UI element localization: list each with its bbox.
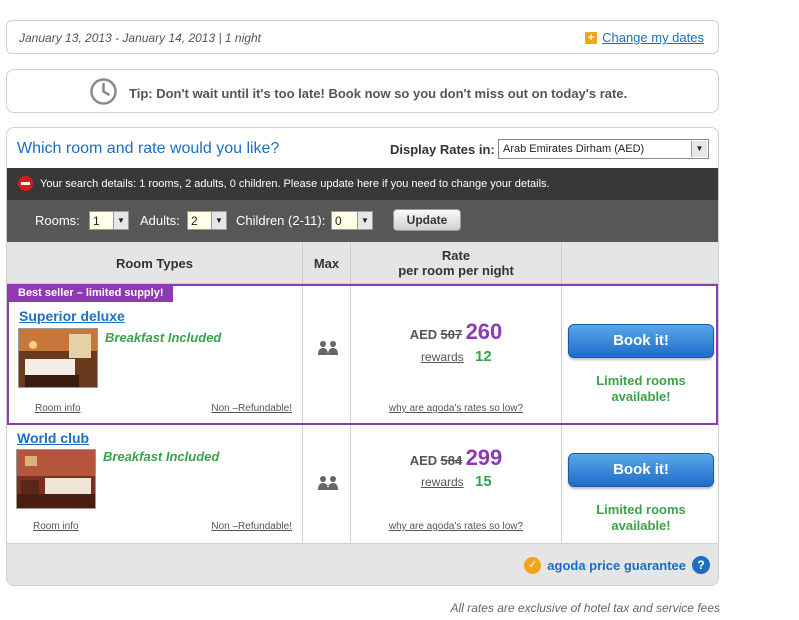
room-photo[interactable] bbox=[18, 328, 98, 388]
header-room-types: Room Types bbox=[7, 242, 303, 284]
plus-icon: + bbox=[585, 31, 598, 44]
price-line: AED 584 299 bbox=[351, 445, 561, 471]
non-refundable-link[interactable]: Non –Refundable! bbox=[211, 521, 292, 532]
rewards-points: 12 bbox=[475, 348, 492, 365]
search-details-text: Your search details: 1 rooms, 2 adults, … bbox=[40, 178, 550, 190]
price-guarantee-bar: ✓ agoda price guarantee ? bbox=[7, 544, 718, 585]
adults-label: Adults: bbox=[140, 213, 180, 228]
currency-selected-value: Arab Emirates Dirham (AED) bbox=[503, 143, 645, 155]
minus-icon bbox=[18, 176, 33, 191]
children-label: Children (2-11): bbox=[236, 213, 326, 228]
change-dates-control[interactable]: + Change my dates bbox=[585, 30, 704, 45]
rewards-link[interactable]: rewards bbox=[421, 350, 464, 364]
two-people-icon bbox=[318, 476, 338, 490]
panel-title: Which room and rate would you like? bbox=[17, 140, 280, 157]
room-name-link[interactable]: World club bbox=[17, 430, 89, 446]
adults-select[interactable]: 2 ▼ bbox=[187, 211, 227, 230]
checkmark-icon: ✓ bbox=[524, 556, 542, 574]
breakfast-included-text: Breakfast Included bbox=[105, 330, 222, 345]
book-it-button[interactable]: Book it! bbox=[568, 453, 714, 487]
chevron-down-icon[interactable]: ▼ bbox=[357, 212, 372, 229]
room-type-cell: Superior deluxe Breakfast Included Room … bbox=[9, 286, 303, 423]
price-guarantee-text[interactable]: agoda price guarantee bbox=[547, 558, 686, 573]
availability-line-2: available! bbox=[611, 389, 671, 404]
availability-line-2: available! bbox=[611, 518, 671, 533]
booking-cell: Book it! Limited rooms available! bbox=[562, 425, 718, 543]
room-row: Best seller – limited supply! Superior d… bbox=[7, 284, 718, 425]
room-selection-panel: Which room and rate would you like? Disp… bbox=[6, 127, 719, 586]
rewards-line: rewards 15 bbox=[421, 473, 492, 490]
header-rate-line1: Rate bbox=[441, 248, 471, 263]
rate-cell: AED 507 260 rewards 12 why are agoda's r… bbox=[351, 286, 562, 423]
price-guarantee[interactable]: ✓ agoda price guarantee ? bbox=[524, 556, 710, 574]
panel-header: Which room and rate would you like? Disp… bbox=[7, 128, 718, 168]
two-people-icon bbox=[318, 341, 338, 355]
dates-summary-box: January 13, 2013 - January 14, 2013 | 1 … bbox=[6, 20, 719, 54]
search-details-bar: Your search details: 1 rooms, 2 adults, … bbox=[7, 168, 718, 200]
children-value: 0 bbox=[335, 214, 342, 228]
header-rate-line2: per room per night bbox=[398, 263, 514, 278]
header-rate: Rate per room per night bbox=[351, 242, 562, 284]
tip-box: Tip: Don't wait until it's too late! Boo… bbox=[6, 69, 719, 113]
book-it-button[interactable]: Book it! bbox=[568, 324, 714, 358]
stay-dates-text: January 13, 2013 - January 14, 2013 | 1 … bbox=[19, 31, 261, 45]
booking-cell: Book it! Limited rooms available! bbox=[562, 286, 718, 423]
display-rates-label: Display Rates in: bbox=[390, 142, 495, 157]
currency-code: AED bbox=[409, 453, 438, 468]
rooms-table-header: Room Types Max Rate per room per night bbox=[7, 242, 718, 284]
max-occupancy-cell bbox=[303, 425, 351, 543]
availability-line-1: Limited rooms bbox=[596, 502, 686, 517]
rooms-value: 1 bbox=[93, 214, 100, 228]
tax-disclaimer: All rates are exclusive of hotel tax and… bbox=[450, 601, 720, 615]
room-info-link[interactable]: Room info bbox=[35, 403, 81, 414]
rate-cell: AED 584 299 rewards 15 why are agoda's r… bbox=[351, 425, 562, 543]
chevron-down-icon[interactable]: ▼ bbox=[691, 141, 707, 157]
room-info-link[interactable]: Room info bbox=[33, 521, 79, 532]
availability-line-1: Limited rooms bbox=[596, 373, 686, 388]
currency-select[interactable]: Arab Emirates Dirham (AED) ▼ bbox=[498, 139, 709, 159]
limited-availability-text: Limited rooms available! bbox=[562, 502, 718, 534]
header-max: Max bbox=[303, 242, 351, 284]
rooms-label: Rooms: bbox=[35, 213, 80, 228]
old-price: 507 bbox=[440, 327, 463, 342]
non-refundable-link[interactable]: Non –Refundable! bbox=[211, 403, 292, 414]
price-line: AED 507 260 bbox=[351, 319, 561, 345]
update-button[interactable]: Update bbox=[393, 209, 461, 231]
room-type-cell: World club Breakfast Included Room info … bbox=[7, 425, 303, 543]
chevron-down-icon[interactable]: ▼ bbox=[113, 212, 128, 229]
tip-text: Tip: Don't wait until it's too late! Boo… bbox=[129, 86, 628, 101]
occupancy-controls: Rooms: 1 ▼ Adults: 2 ▼ Children (2-11): … bbox=[7, 200, 718, 242]
rooms-select[interactable]: 1 ▼ bbox=[89, 211, 129, 230]
currency-code: AED bbox=[409, 327, 438, 342]
change-dates-link[interactable]: Change my dates bbox=[602, 30, 704, 45]
old-price: 584 bbox=[440, 453, 463, 468]
help-icon[interactable]: ? bbox=[692, 556, 710, 574]
current-price: 299 bbox=[465, 445, 503, 470]
limited-availability-text: Limited rooms available! bbox=[562, 373, 718, 405]
current-price: 260 bbox=[465, 319, 503, 344]
adults-value: 2 bbox=[191, 214, 198, 228]
room-photo[interactable] bbox=[16, 449, 96, 509]
clock-icon bbox=[90, 78, 117, 105]
why-rates-low-link[interactable]: why are agoda's rates so low? bbox=[351, 403, 561, 414]
rewards-link[interactable]: rewards bbox=[421, 475, 464, 489]
rewards-points: 15 bbox=[475, 473, 492, 490]
children-select[interactable]: 0 ▼ bbox=[331, 211, 373, 230]
breakfast-included-text: Breakfast Included bbox=[103, 449, 220, 464]
rewards-line: rewards 12 bbox=[421, 348, 492, 365]
why-rates-low-link[interactable]: why are agoda's rates so low? bbox=[351, 521, 561, 532]
max-occupancy-cell bbox=[303, 286, 351, 423]
room-row: World club Breakfast Included Room info … bbox=[7, 425, 718, 544]
room-name-link[interactable]: Superior deluxe bbox=[19, 308, 125, 324]
chevron-down-icon[interactable]: ▼ bbox=[211, 212, 226, 229]
